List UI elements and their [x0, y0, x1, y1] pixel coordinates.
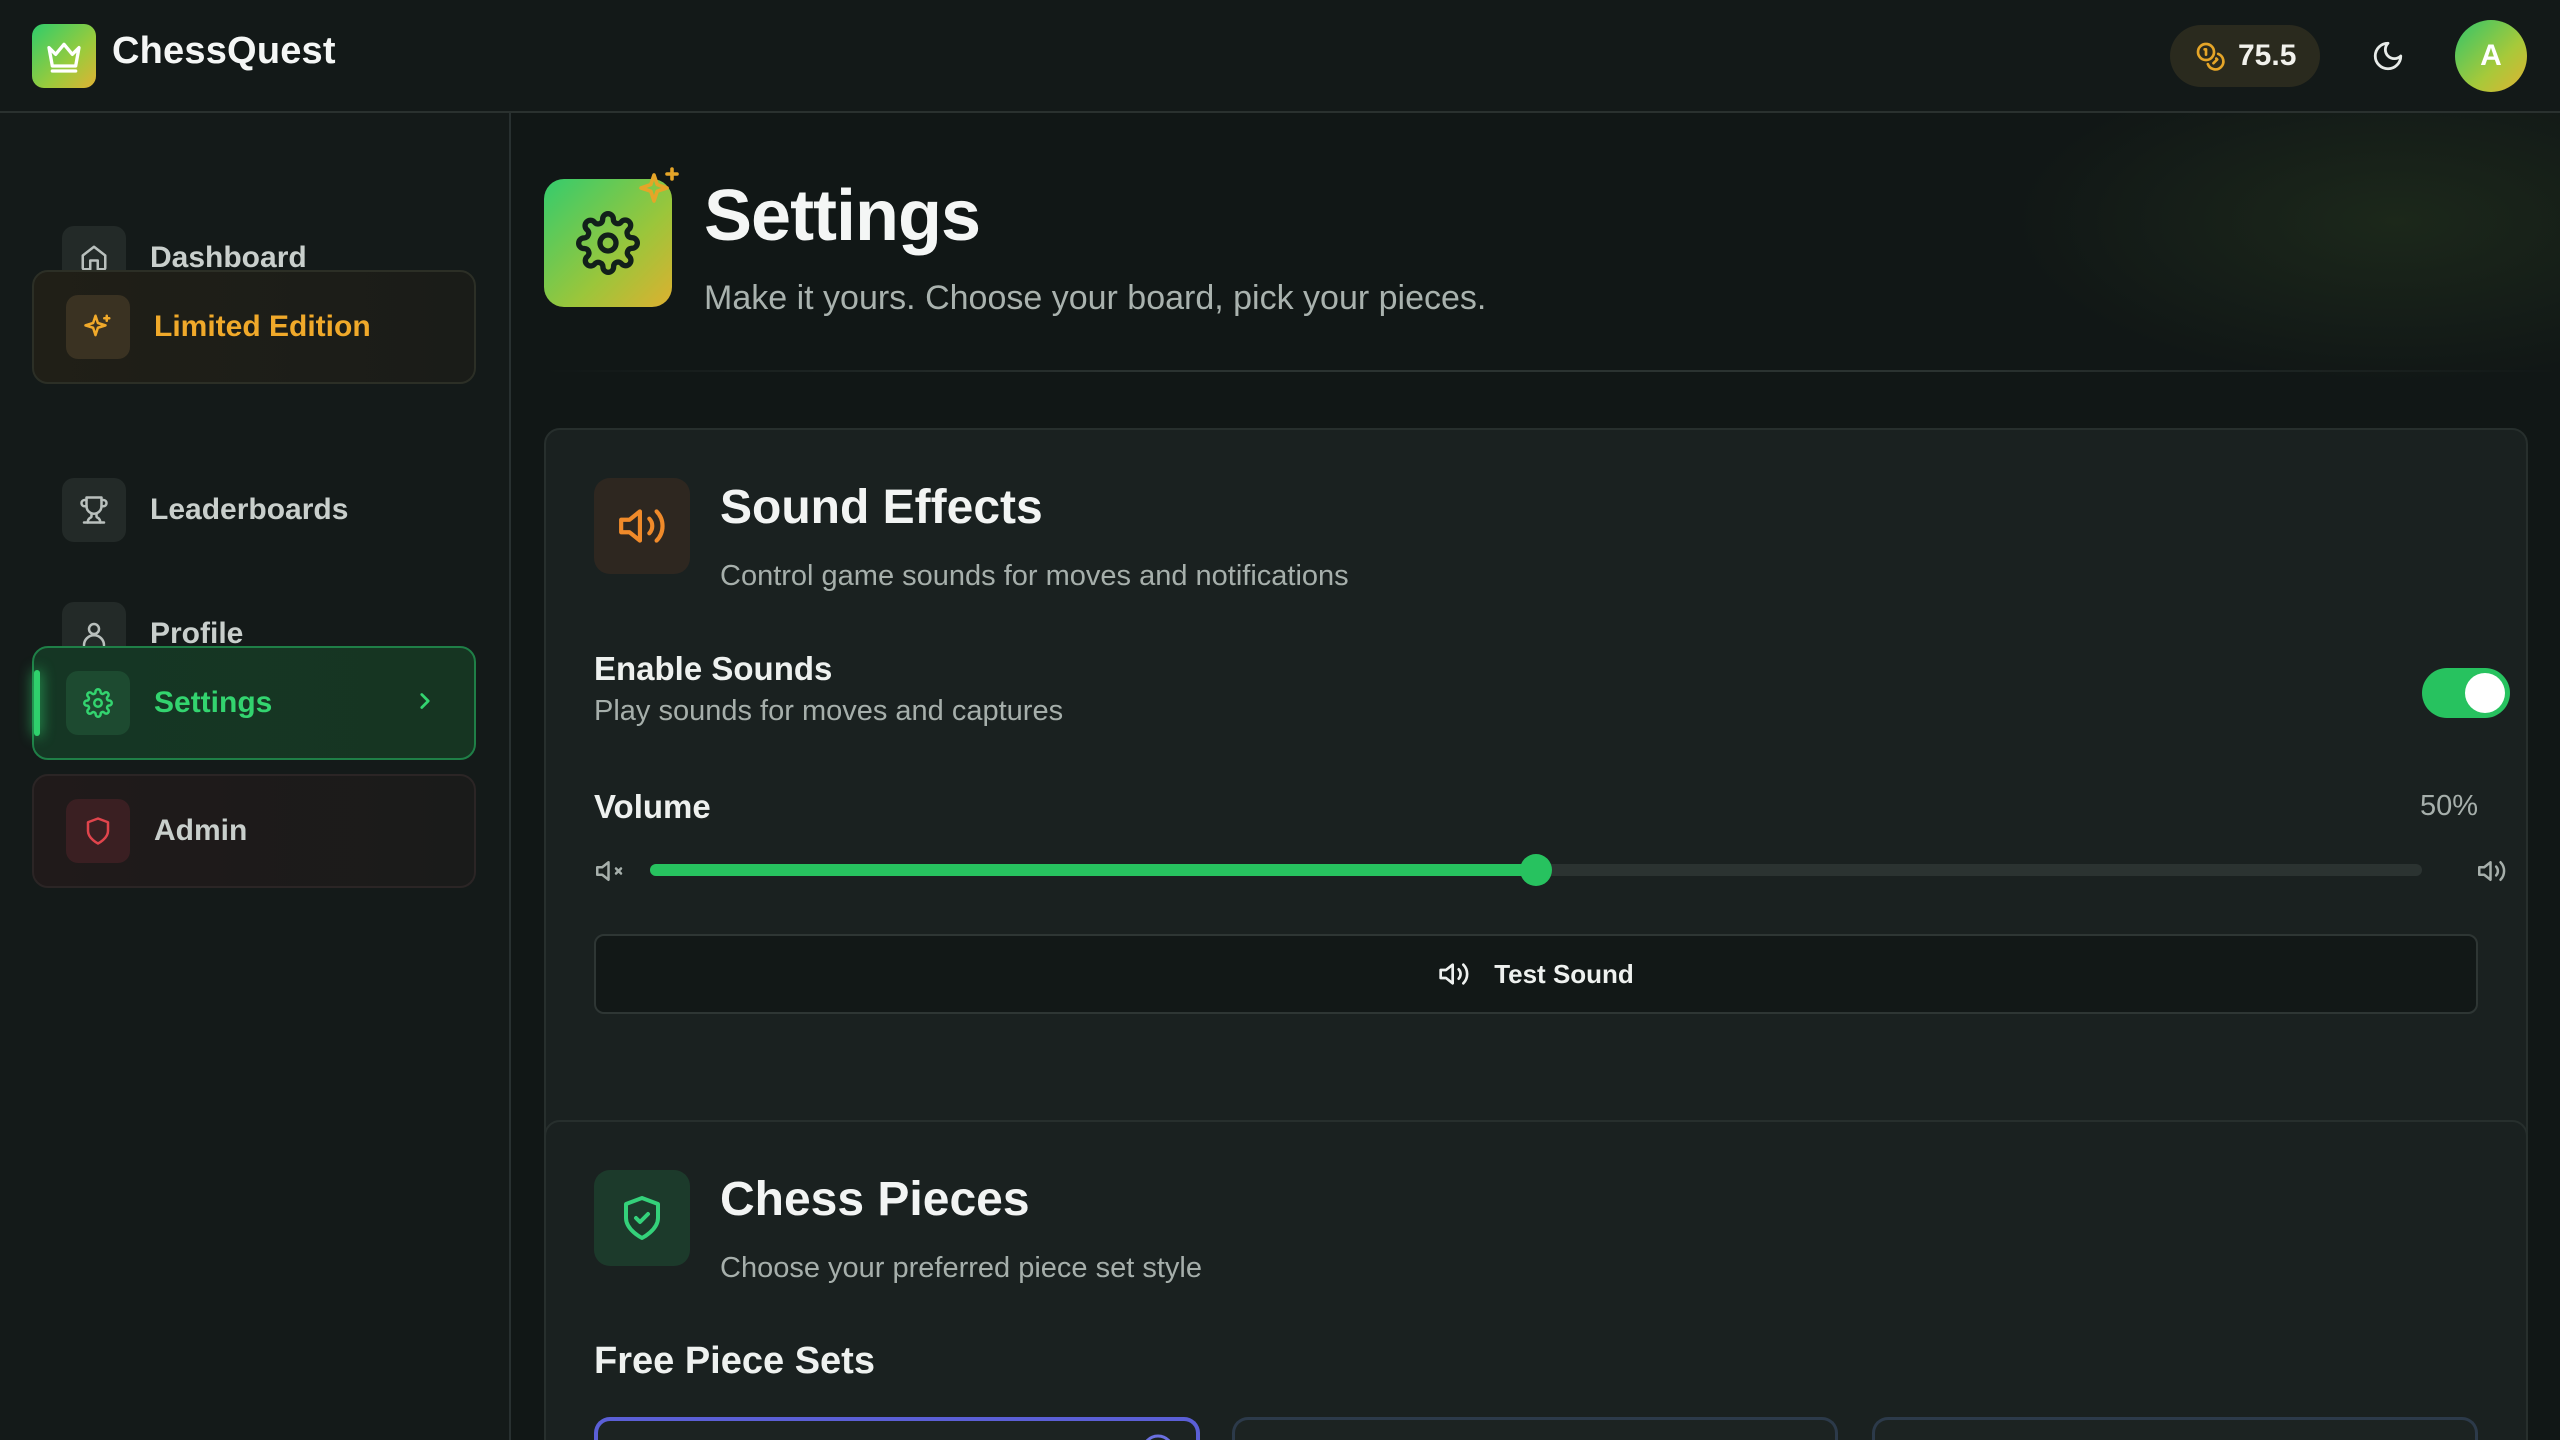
crown-icon — [47, 42, 81, 73]
card-title: Chess Pieces — [720, 1173, 1030, 1226]
card-icon — [594, 1170, 690, 1266]
coins-icon — [2196, 42, 2225, 71]
active-indicator — [34, 670, 40, 736]
volume-up-icon — [2478, 861, 2506, 881]
sidebar-item-limited-edition[interactable]: Limited Edition — [32, 270, 476, 384]
piece-set-option[interactable] — [1232, 1417, 1838, 1440]
coin-balance[interactable]: 75.5 — [2170, 25, 2320, 87]
enable-sounds-toggle[interactable] — [2422, 668, 2510, 718]
card-title: Sound Effects — [720, 481, 1043, 534]
theme-toggle-button[interactable] — [2366, 34, 2410, 78]
free-piece-sets-heading: Free Piece Sets — [594, 1340, 875, 1382]
top-bar: ChessQuest 75.5 A — [0, 0, 2560, 113]
moon-icon — [2373, 41, 2403, 71]
page-title: Settings — [704, 176, 981, 256]
check-circle-icon — [1145, 1434, 1171, 1440]
sidebar-item-leaderboards[interactable]: Leaderboards — [32, 453, 476, 567]
slider-fill — [650, 864, 1536, 876]
logo[interactable] — [32, 24, 96, 88]
volume-icon — [1439, 963, 1469, 985]
sidebar-item-label: Admin — [154, 814, 248, 847]
volume-label: Volume — [594, 788, 711, 825]
main-content: Settings Make it yours. Choose your boar… — [512, 113, 2560, 1440]
sidebar-item-label: Leaderboards — [150, 493, 349, 526]
app-name[interactable]: ChessQuest — [112, 30, 336, 73]
avatar[interactable]: A — [2455, 20, 2527, 92]
card-icon — [594, 478, 690, 574]
enable-sounds-description: Play sounds for moves and captures — [594, 695, 1064, 727]
test-sound-label: Test Sound — [1494, 958, 1634, 989]
toggle-knob — [2465, 673, 2505, 713]
page-subtitle: Make it yours. Choose your board, pick y… — [704, 279, 1487, 317]
sparkles-icon — [639, 167, 679, 203]
coin-value: 75.5 — [2238, 39, 2297, 72]
chess-pieces-card: Chess Pieces Choose your preferred piece… — [544, 1120, 2528, 1440]
volume-icon — [619, 509, 665, 543]
sidebar-item-settings[interactable]: Settings — [32, 646, 476, 760]
gear-icon — [66, 671, 130, 735]
slider-thumb[interactable] — [1520, 854, 1552, 886]
trophy-icon — [62, 478, 126, 542]
header-decoration — [2012, 113, 2560, 383]
volume-mute-icon — [596, 861, 623, 881]
chevron-right-icon — [420, 693, 430, 709]
volume-slider[interactable] — [594, 850, 2510, 890]
card-description: Control game sounds for moves and notifi… — [720, 560, 1349, 592]
sidebar-item-admin[interactable]: Admin — [32, 774, 476, 888]
shield-icon — [66, 799, 130, 863]
piece-set-option[interactable] — [594, 1417, 1200, 1440]
sparkles-icon — [66, 295, 130, 359]
sidebar-item-label: Limited Edition — [154, 310, 371, 343]
slider-track[interactable] — [650, 854, 2422, 886]
shield-check-icon — [624, 1196, 660, 1240]
divider — [544, 370, 2560, 372]
test-sound-button[interactable]: Test Sound — [594, 934, 2478, 1014]
card-description: Choose your preferred piece set style — [720, 1252, 1202, 1284]
gear-icon — [576, 211, 640, 275]
enable-sounds-label: Enable Sounds — [594, 650, 833, 687]
piece-set-option[interactable] — [1872, 1417, 2478, 1440]
sidebar: Dashboard Limited Edition Leaderboards P… — [0, 113, 511, 1440]
sidebar-item-label: Settings — [154, 686, 273, 719]
sound-effects-card: Sound Effects Control game sounds for mo… — [544, 428, 2528, 1178]
volume-value: 50% — [2419, 790, 2478, 822]
